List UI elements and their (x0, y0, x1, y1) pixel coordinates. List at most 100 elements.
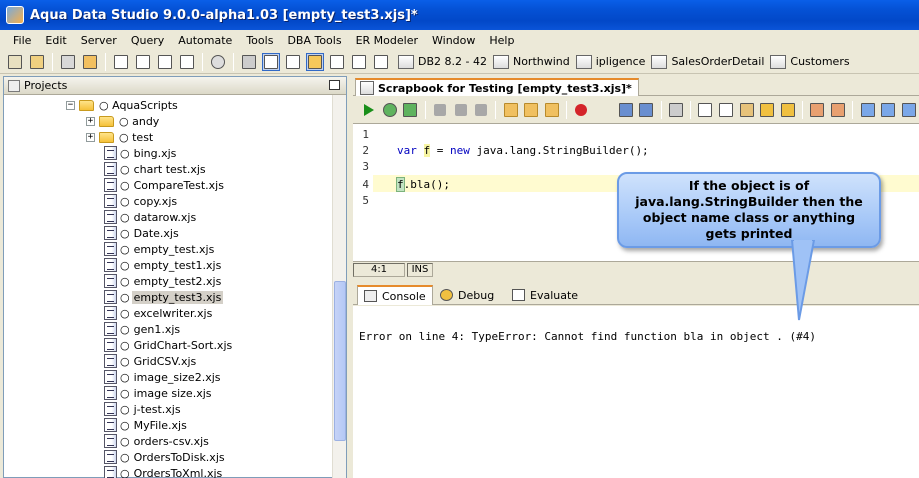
file-label: GridChart-Sort.xjs (133, 338, 233, 352)
undo-icon (760, 103, 775, 117)
restore-icon[interactable] (329, 80, 340, 90)
tool-button-4[interactable] (134, 53, 152, 71)
toolbar-link-salesorderdetail[interactable]: SalesOrderDetail (651, 54, 764, 69)
menu-edit[interactable]: Edit (38, 34, 73, 47)
settings-button[interactable] (209, 53, 227, 71)
printer-button[interactable] (240, 53, 258, 71)
tree-folder-root[interactable]: − ○ AquaScripts (66, 97, 180, 113)
tree-file[interactable]: ○ empty_test2.xjs (104, 273, 223, 289)
layout-button-1[interactable] (262, 52, 280, 71)
menu-file[interactable]: File (6, 34, 38, 47)
tree-file[interactable]: ○ bing.xjs (104, 145, 178, 161)
layout-button-4[interactable] (328, 53, 346, 71)
menu-tools[interactable]: Tools (239, 34, 280, 47)
layout-button-3[interactable] (306, 52, 324, 71)
layout-button-5[interactable] (350, 53, 368, 71)
query-button[interactable] (28, 53, 46, 71)
menu-window[interactable]: Window (425, 34, 482, 47)
tree-file[interactable]: ○ GridCSV.xjs (104, 353, 198, 369)
tree-folder-andy[interactable]: + ○ andy (86, 113, 161, 129)
tree-file[interactable]: ○ empty_test1.xjs (104, 257, 223, 273)
menu-automate[interactable]: Automate (171, 34, 239, 47)
tree-file[interactable]: ○ OrdersToXml.xjs (104, 465, 224, 478)
replace-button[interactable] (830, 101, 847, 119)
menu-query[interactable]: Query (124, 34, 171, 47)
callout-pointer (790, 240, 816, 321)
tab-console[interactable]: Console (357, 285, 433, 305)
tree-file[interactable]: ○ copy.xjs (104, 193, 179, 209)
layout-button-6[interactable] (372, 53, 390, 71)
tool-button-5[interactable] (156, 53, 174, 71)
tree-file[interactable]: ○ MyFile.xjs (104, 417, 189, 433)
expand-icon[interactable]: + (86, 132, 95, 142)
paste-button[interactable] (738, 101, 755, 119)
projects-scrollbar[interactable] (332, 95, 346, 478)
tab-debug[interactable]: Debug (433, 285, 501, 305)
status-circle-icon: ○ (120, 354, 130, 368)
toolbar-link-ipligence[interactable]: ipligence (575, 54, 645, 69)
line-number: 5 (362, 194, 369, 207)
expand-icon[interactable]: + (86, 116, 95, 126)
tree-folder-test[interactable]: + ○ test (86, 129, 155, 145)
toolbar-link-db2[interactable]: DB2 8.2 - 42 (398, 54, 487, 69)
code-line-2: var f = new java.lang.StringBuilder(); (397, 144, 649, 157)
tool-button-3[interactable] (112, 53, 130, 71)
toolbar-link-northwind[interactable]: Northwind (492, 54, 570, 69)
find-button[interactable] (809, 101, 826, 119)
tree-file[interactable]: ○ empty_test3.xjs (104, 289, 224, 305)
print-button[interactable] (668, 101, 685, 119)
tree-file[interactable]: ○ empty_test.xjs (104, 241, 216, 257)
menu-server[interactable]: Server (74, 34, 124, 47)
comment-button[interactable] (900, 101, 917, 119)
tree-file[interactable]: ○ j-test.xjs (104, 401, 183, 417)
tab-scrapbook[interactable]: Scrapbook for Testing [empty_test3.xjs]* (355, 78, 639, 96)
collapse-icon[interactable]: − (66, 100, 75, 110)
cut-button[interactable] (697, 101, 714, 119)
tree-file[interactable]: ○ Date.xjs (104, 225, 181, 241)
title-bar[interactable]: Aqua Data Studio 9.0.0-alpha1.03 [empty_… (0, 0, 919, 30)
scrollbar-thumb[interactable] (334, 281, 346, 441)
tree-file[interactable]: ○ datarow.xjs (104, 209, 198, 225)
breakpoint-button[interactable] (573, 101, 590, 119)
new-server-button[interactable] (6, 53, 24, 71)
suspend-button[interactable] (473, 101, 490, 119)
pin-icon[interactable] (8, 79, 20, 92)
step-run-button[interactable] (402, 101, 419, 119)
format-button[interactable] (859, 101, 876, 119)
redo-button[interactable] (780, 101, 797, 119)
layout-icon (374, 54, 388, 69)
stop-button[interactable] (452, 101, 469, 119)
layout-button-2[interactable] (284, 53, 302, 71)
step-out-button[interactable] (544, 101, 561, 119)
tool-button-6[interactable] (178, 53, 196, 71)
console-output[interactable]: Error on line 4: TypeError: Cannot find … (353, 306, 919, 478)
menu-help[interactable]: Help (482, 34, 521, 47)
save-as-button[interactable] (638, 101, 655, 119)
tree-file[interactable]: ○ image_size2.xjs (104, 369, 223, 385)
tree-file[interactable]: ○ orders-csv.xjs (104, 433, 211, 449)
pause-button[interactable] (432, 101, 449, 119)
tree-file[interactable]: ○ gen1.xjs (104, 321, 182, 337)
tree-file[interactable]: ○ OrdersToDisk.xjs (104, 449, 227, 465)
tree-file[interactable]: ○ excelwriter.xjs (104, 305, 214, 321)
script-file-icon (104, 418, 117, 432)
run-button[interactable] (361, 101, 378, 119)
step-into-button[interactable] (523, 101, 540, 119)
tool-button-1[interactable] (59, 53, 77, 71)
tab-evaluate[interactable]: Evaluate (505, 285, 585, 305)
save-as-icon (639, 103, 654, 117)
tree-file[interactable]: ○ image size.xjs (104, 385, 214, 401)
tree-file[interactable]: ○ CompareTest.xjs (104, 177, 226, 193)
menu-er-modeler[interactable]: ER Modeler (349, 34, 425, 47)
tree-file[interactable]: ○ chart test.xjs (104, 161, 208, 177)
save-button[interactable] (617, 101, 634, 119)
step-over-button[interactable] (502, 101, 519, 119)
tree-file[interactable]: ○ GridChart-Sort.xjs (104, 337, 234, 353)
toolbar-link-customers[interactable]: Customers (770, 54, 850, 69)
tool-button-2[interactable] (81, 53, 99, 71)
menu-dba-tools[interactable]: DBA Tools (280, 34, 348, 47)
debug-run-button[interactable] (382, 101, 399, 119)
case-button[interactable] (880, 101, 897, 119)
copy-button[interactable] (718, 101, 735, 119)
undo-button[interactable] (759, 101, 776, 119)
